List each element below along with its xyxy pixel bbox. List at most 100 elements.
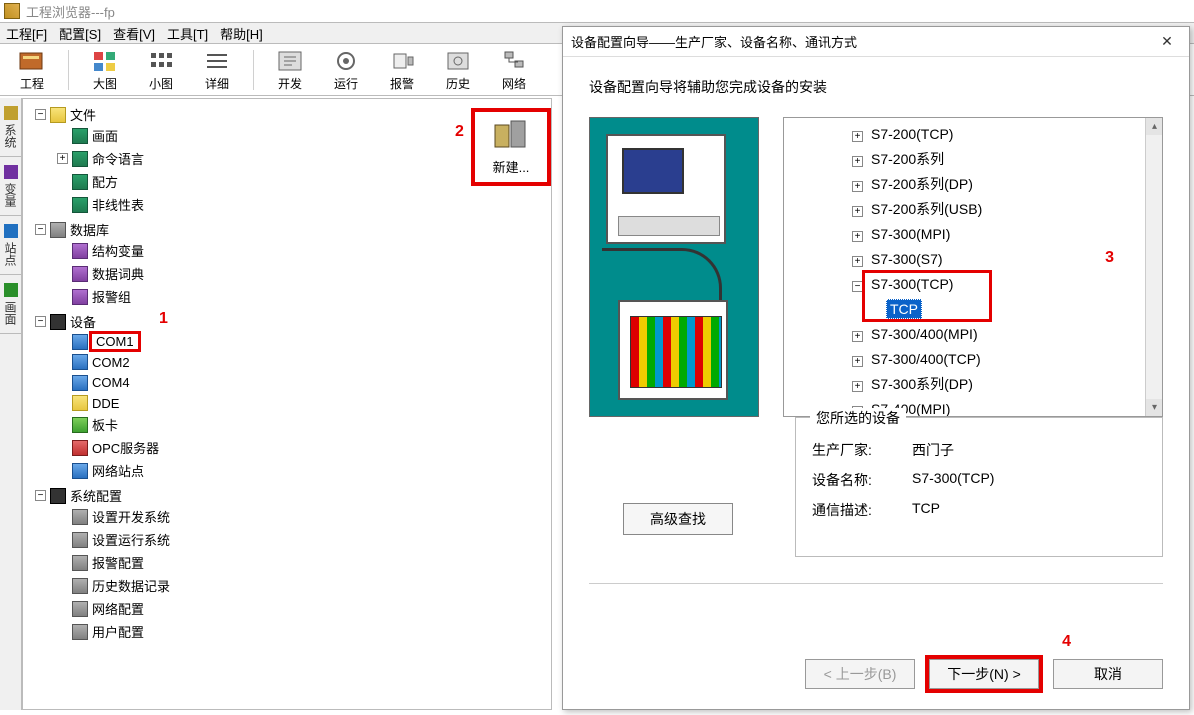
tree-item[interactable]: 命令语言 — [92, 152, 144, 167]
system-tab-icon — [4, 106, 18, 120]
card-icon — [72, 417, 88, 433]
vtab-screen[interactable]: 画面 — [0, 275, 21, 334]
tree-item[interactable]: 非线性表 — [92, 198, 144, 213]
tree-item[interactable]: 报警组 — [92, 290, 131, 305]
menu-help[interactable]: 帮助[H] — [220, 24, 263, 43]
dev-tree-item[interactable]: S7-300(MPI) — [871, 226, 950, 242]
dev-tree-item[interactable]: S7-300/400(MPI) — [871, 326, 978, 342]
new-item-button[interactable]: 新建... — [471, 108, 551, 186]
histrec-icon — [72, 578, 88, 594]
devsys-icon — [72, 509, 88, 525]
tree-device[interactable]: 设备 — [70, 315, 96, 330]
tool-detail[interactable]: 详细 — [189, 46, 245, 94]
tool-detail-label: 详细 — [205, 75, 229, 92]
tool-bigicon[interactable]: 大图 — [77, 46, 133, 94]
dev-icon — [276, 49, 304, 73]
tool-smallicon-label: 小图 — [149, 75, 173, 92]
menu-tools[interactable]: 工具[T] — [167, 24, 208, 43]
dev-tree-child-selected[interactable]: TCP — [886, 299, 922, 319]
expander[interactable]: − — [35, 316, 46, 327]
dialog-titlebar: 设备配置向导——生产厂家、设备名称、通讯方式 ✕ — [563, 27, 1189, 57]
dev-tree-item[interactable]: S7-300(S7) — [871, 251, 943, 267]
expander[interactable]: + — [57, 153, 68, 164]
alarmgrp-icon — [72, 289, 88, 305]
tree-sysconfig[interactable]: 系统配置 — [70, 489, 122, 504]
tree-database[interactable]: 数据库 — [70, 223, 109, 238]
tree-item[interactable]: COM2 — [92, 355, 130, 370]
app-icon — [4, 3, 20, 19]
device-icon — [50, 314, 66, 330]
project-icon — [18, 49, 46, 73]
tree-item[interactable]: 设置运行系统 — [92, 533, 170, 548]
tree-item[interactable]: 配方 — [92, 175, 118, 190]
vtab-site[interactable]: 站点 — [0, 216, 21, 275]
tree-item[interactable]: 网络配置 — [92, 602, 144, 617]
dialog-heading: 设备配置向导将辅助您完成设备的安装 — [589, 77, 1163, 97]
alarm-icon — [388, 49, 416, 73]
tool-alarm[interactable]: 报警 — [374, 46, 430, 94]
vtab-variable[interactable]: 变量 — [0, 157, 21, 216]
dev-tree-item[interactable]: S7-200系列 — [871, 151, 944, 167]
bigicon-icon — [91, 49, 119, 73]
tree-item[interactable]: 历史数据记录 — [92, 579, 170, 594]
tool-run[interactable]: 运行 — [318, 46, 374, 94]
label-mfg: 生产厂家: — [812, 440, 912, 460]
tree-files[interactable]: 文件 — [70, 108, 96, 123]
vtab-system[interactable]: 系统 — [0, 98, 21, 157]
window-title: 工程浏览器---fp — [26, 2, 115, 21]
vtab-site-label: 站点 — [2, 242, 19, 266]
back-button: < 上一步(B) — [805, 659, 915, 689]
tree-item[interactable]: 报警配置 — [92, 556, 144, 571]
new-icon — [493, 119, 529, 153]
network-icon — [500, 49, 528, 73]
dialog-title: 设备配置向导——生产厂家、设备名称、通讯方式 — [571, 32, 857, 51]
menu-config[interactable]: 配置[S] — [59, 24, 101, 43]
cancel-button[interactable]: 取消 — [1053, 659, 1163, 689]
tree-item[interactable]: OPC服务器 — [92, 441, 159, 456]
dev-tree-item[interactable]: S7-200系列(USB) — [871, 201, 982, 217]
tool-dev-label: 开发 — [278, 75, 302, 92]
dev-tree-item[interactable]: S7-300系列(DP) — [871, 376, 973, 392]
expander[interactable]: − — [35, 109, 46, 120]
advanced-search-button[interactable]: 高级查找 — [623, 503, 733, 535]
left-tabs: 系统 变量 站点 画面 — [0, 98, 22, 710]
tool-history[interactable]: 历史 — [430, 46, 486, 94]
next-button[interactable]: 下一步(N) > — [929, 659, 1039, 689]
tree-item[interactable]: COM4 — [92, 375, 130, 390]
scrollbar[interactable] — [1145, 118, 1162, 416]
tool-project[interactable]: 工程 — [4, 46, 60, 94]
tree-item[interactable]: 板卡 — [92, 418, 118, 433]
dev-tree-item[interactable]: S7-200系列(DP) — [871, 176, 973, 192]
smallicon-icon — [147, 49, 175, 73]
menu-project[interactable]: 工程[F] — [6, 24, 47, 43]
tree-item[interactable]: 网络站点 — [92, 464, 144, 479]
tree-item[interactable]: 用户配置 — [92, 625, 144, 640]
netsite-icon — [72, 463, 88, 479]
folder-icon — [50, 107, 66, 123]
project-tree[interactable]: −文件 画面 +命令语言 配方 非线性表 −数据库 结构变量 数据词典 报警组 … — [22, 98, 552, 710]
tree-item[interactable]: 数据词典 — [92, 267, 144, 282]
tree-item[interactable]: 结构变量 — [92, 244, 144, 259]
history-icon — [444, 49, 472, 73]
dev-tree-item-expanded[interactable]: S7-300(TCP) — [871, 276, 953, 292]
detail-icon — [203, 49, 231, 73]
device-tree[interactable]: +S7-200(TCP) +S7-200系列 +S7-200系列(DP) +S7… — [783, 117, 1163, 417]
cmdlang-icon — [72, 151, 88, 167]
dev-tree-item[interactable]: S7-200(TCP) — [871, 126, 953, 142]
tree-item[interactable]: DDE — [92, 396, 119, 411]
close-icon[interactable]: ✕ — [1153, 33, 1181, 50]
com-icon — [72, 375, 88, 391]
expander[interactable]: − — [35, 224, 46, 235]
nonlinear-icon — [72, 197, 88, 213]
dev-tree-item[interactable]: S7-300/400(TCP) — [871, 351, 981, 367]
tree-item[interactable]: 画面 — [92, 129, 118, 144]
tree-com1[interactable]: COM1 — [92, 334, 138, 349]
menu-view[interactable]: 查看[V] — [113, 24, 155, 43]
tree-item[interactable]: 设置开发系统 — [92, 510, 170, 525]
selected-legend: 您所选的设备 — [810, 408, 906, 428]
tool-dev[interactable]: 开发 — [262, 46, 318, 94]
tool-smallicon[interactable]: 小图 — [133, 46, 189, 94]
datadict-icon — [72, 266, 88, 282]
expander[interactable]: − — [35, 490, 46, 501]
tool-network[interactable]: 网络 — [486, 46, 542, 94]
